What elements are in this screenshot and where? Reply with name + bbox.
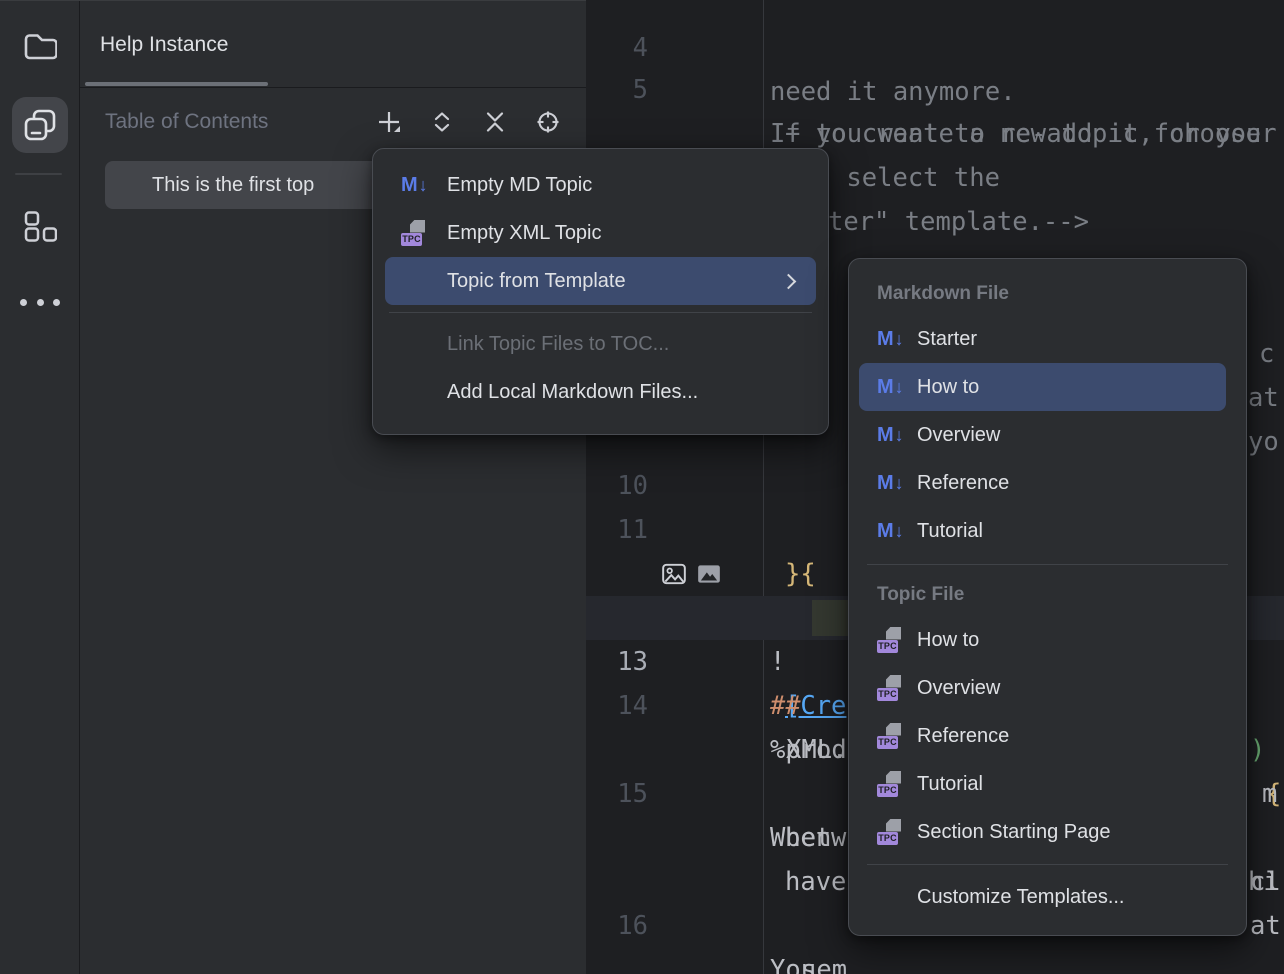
markdown-file-icon: M↓ xyxy=(877,520,905,543)
locate-selection-icon[interactable] xyxy=(536,110,560,134)
submenu-item-md-tutorial[interactable]: M↓ Tutorial xyxy=(859,507,1226,555)
submenu-section-header: Topic File xyxy=(849,574,1246,616)
menu-item-topic-from-template[interactable]: Topic from Template xyxy=(385,257,816,305)
submenu-item-topic-how-to[interactable]: TPC How to xyxy=(859,616,1226,664)
submenu-item-md-reference[interactable]: M↓ Reference xyxy=(859,459,1226,507)
editor-line-4: 4 need it anymore. xyxy=(586,0,1284,26)
activity-bar xyxy=(0,0,80,974)
submenu-item-md-starter[interactable]: M↓ Starter xyxy=(859,315,1226,363)
topic-file-icon: TPC xyxy=(877,675,905,702)
menu-separator xyxy=(867,564,1228,565)
ide-window: Help Instance Table of Contents xyxy=(0,0,1284,974)
project-folder-icon[interactable] xyxy=(22,30,58,62)
submenu-item-customize-templates[interactable]: Customize Templates... xyxy=(859,873,1226,921)
toc-panel-title: Table of Contents xyxy=(105,107,268,137)
instances-tab-selected[interactable] xyxy=(12,97,68,153)
collapse-all-icon[interactable] xyxy=(483,110,507,134)
menu-item-add-local-markdown-files[interactable]: Add Local Markdown Files... xyxy=(385,368,816,416)
submenu-item-topic-reference[interactable]: TPC Reference xyxy=(859,712,1226,760)
markdown-file-icon: M↓ xyxy=(877,424,905,447)
submenu-item-topic-overview[interactable]: TPC Overview xyxy=(859,664,1226,712)
add-topic-menu: M↓ Empty MD Topic TPC Empty XML Topic To… xyxy=(372,148,829,435)
submenu-item-topic-section-starting-page[interactable]: TPC Section Starting Page xyxy=(859,808,1226,856)
toc-tool-window: Help Instance Table of Contents xyxy=(80,0,586,974)
toc-tree-item-selected[interactable]: This is the first top xyxy=(105,161,393,209)
submenu-item-md-overview[interactable]: M↓ Overview xyxy=(859,411,1226,459)
menu-item-link-topic-files[interactable]: Link Topic Files to TOC... xyxy=(385,320,816,368)
structure-icon[interactable] xyxy=(22,210,58,243)
topic-file-icon: TPC xyxy=(877,723,905,750)
editor-line-5-wrap1: + to create a new topic, choose xyxy=(586,68,1284,112)
menu-item-empty-md-topic[interactable]: M↓ Empty MD Topic xyxy=(385,161,816,209)
image-preview-filled-icon[interactable] xyxy=(696,473,722,499)
tool-window-title: Help Instance xyxy=(100,1,228,88)
menu-separator xyxy=(867,864,1228,865)
activity-bar-divider xyxy=(15,173,62,175)
submenu-arrow-icon xyxy=(781,273,797,289)
add-topic-button[interactable] xyxy=(377,110,401,134)
submenu-item-md-how-to[interactable]: M↓ How to xyxy=(859,363,1226,411)
editor-line-5: 5 If you want to re-add it for your xyxy=(586,24,1284,68)
markdown-file-icon: M↓ xyxy=(877,472,905,495)
editor-line-17: 17 xyxy=(586,948,1284,974)
topic-file-icon: TPC xyxy=(401,220,437,247)
topic-file-icon: TPC xyxy=(877,819,905,846)
heading-highlight: Wh xyxy=(812,600,848,636)
menu-separator xyxy=(389,312,812,313)
markdown-file-icon: M↓ xyxy=(877,328,905,351)
expand-all-icon[interactable] xyxy=(430,110,454,134)
topic-file-icon: TPC xyxy=(877,771,905,798)
submenu-section-header: Markdown File xyxy=(849,273,1246,315)
topic-file-icon: TPC xyxy=(877,627,905,654)
more-tool-windows-icon[interactable] xyxy=(20,299,60,306)
topic-from-template-submenu: Markdown File M↓ Starter M↓ How to M↓ Ov… xyxy=(848,258,1247,936)
tool-window-header: Help Instance xyxy=(80,1,586,88)
image-preview-outline-icon[interactable] xyxy=(661,473,687,499)
submenu-item-topic-tutorial[interactable]: TPC Tutorial xyxy=(859,760,1226,808)
menu-item-empty-xml-topic[interactable]: TPC Empty XML Topic xyxy=(385,209,816,257)
active-tab-indicator xyxy=(85,82,268,86)
markdown-file-icon: M↓ xyxy=(401,174,437,197)
markdown-file-icon: M↓ xyxy=(877,376,905,399)
toc-tree-item-label: This is the first top xyxy=(152,174,314,197)
